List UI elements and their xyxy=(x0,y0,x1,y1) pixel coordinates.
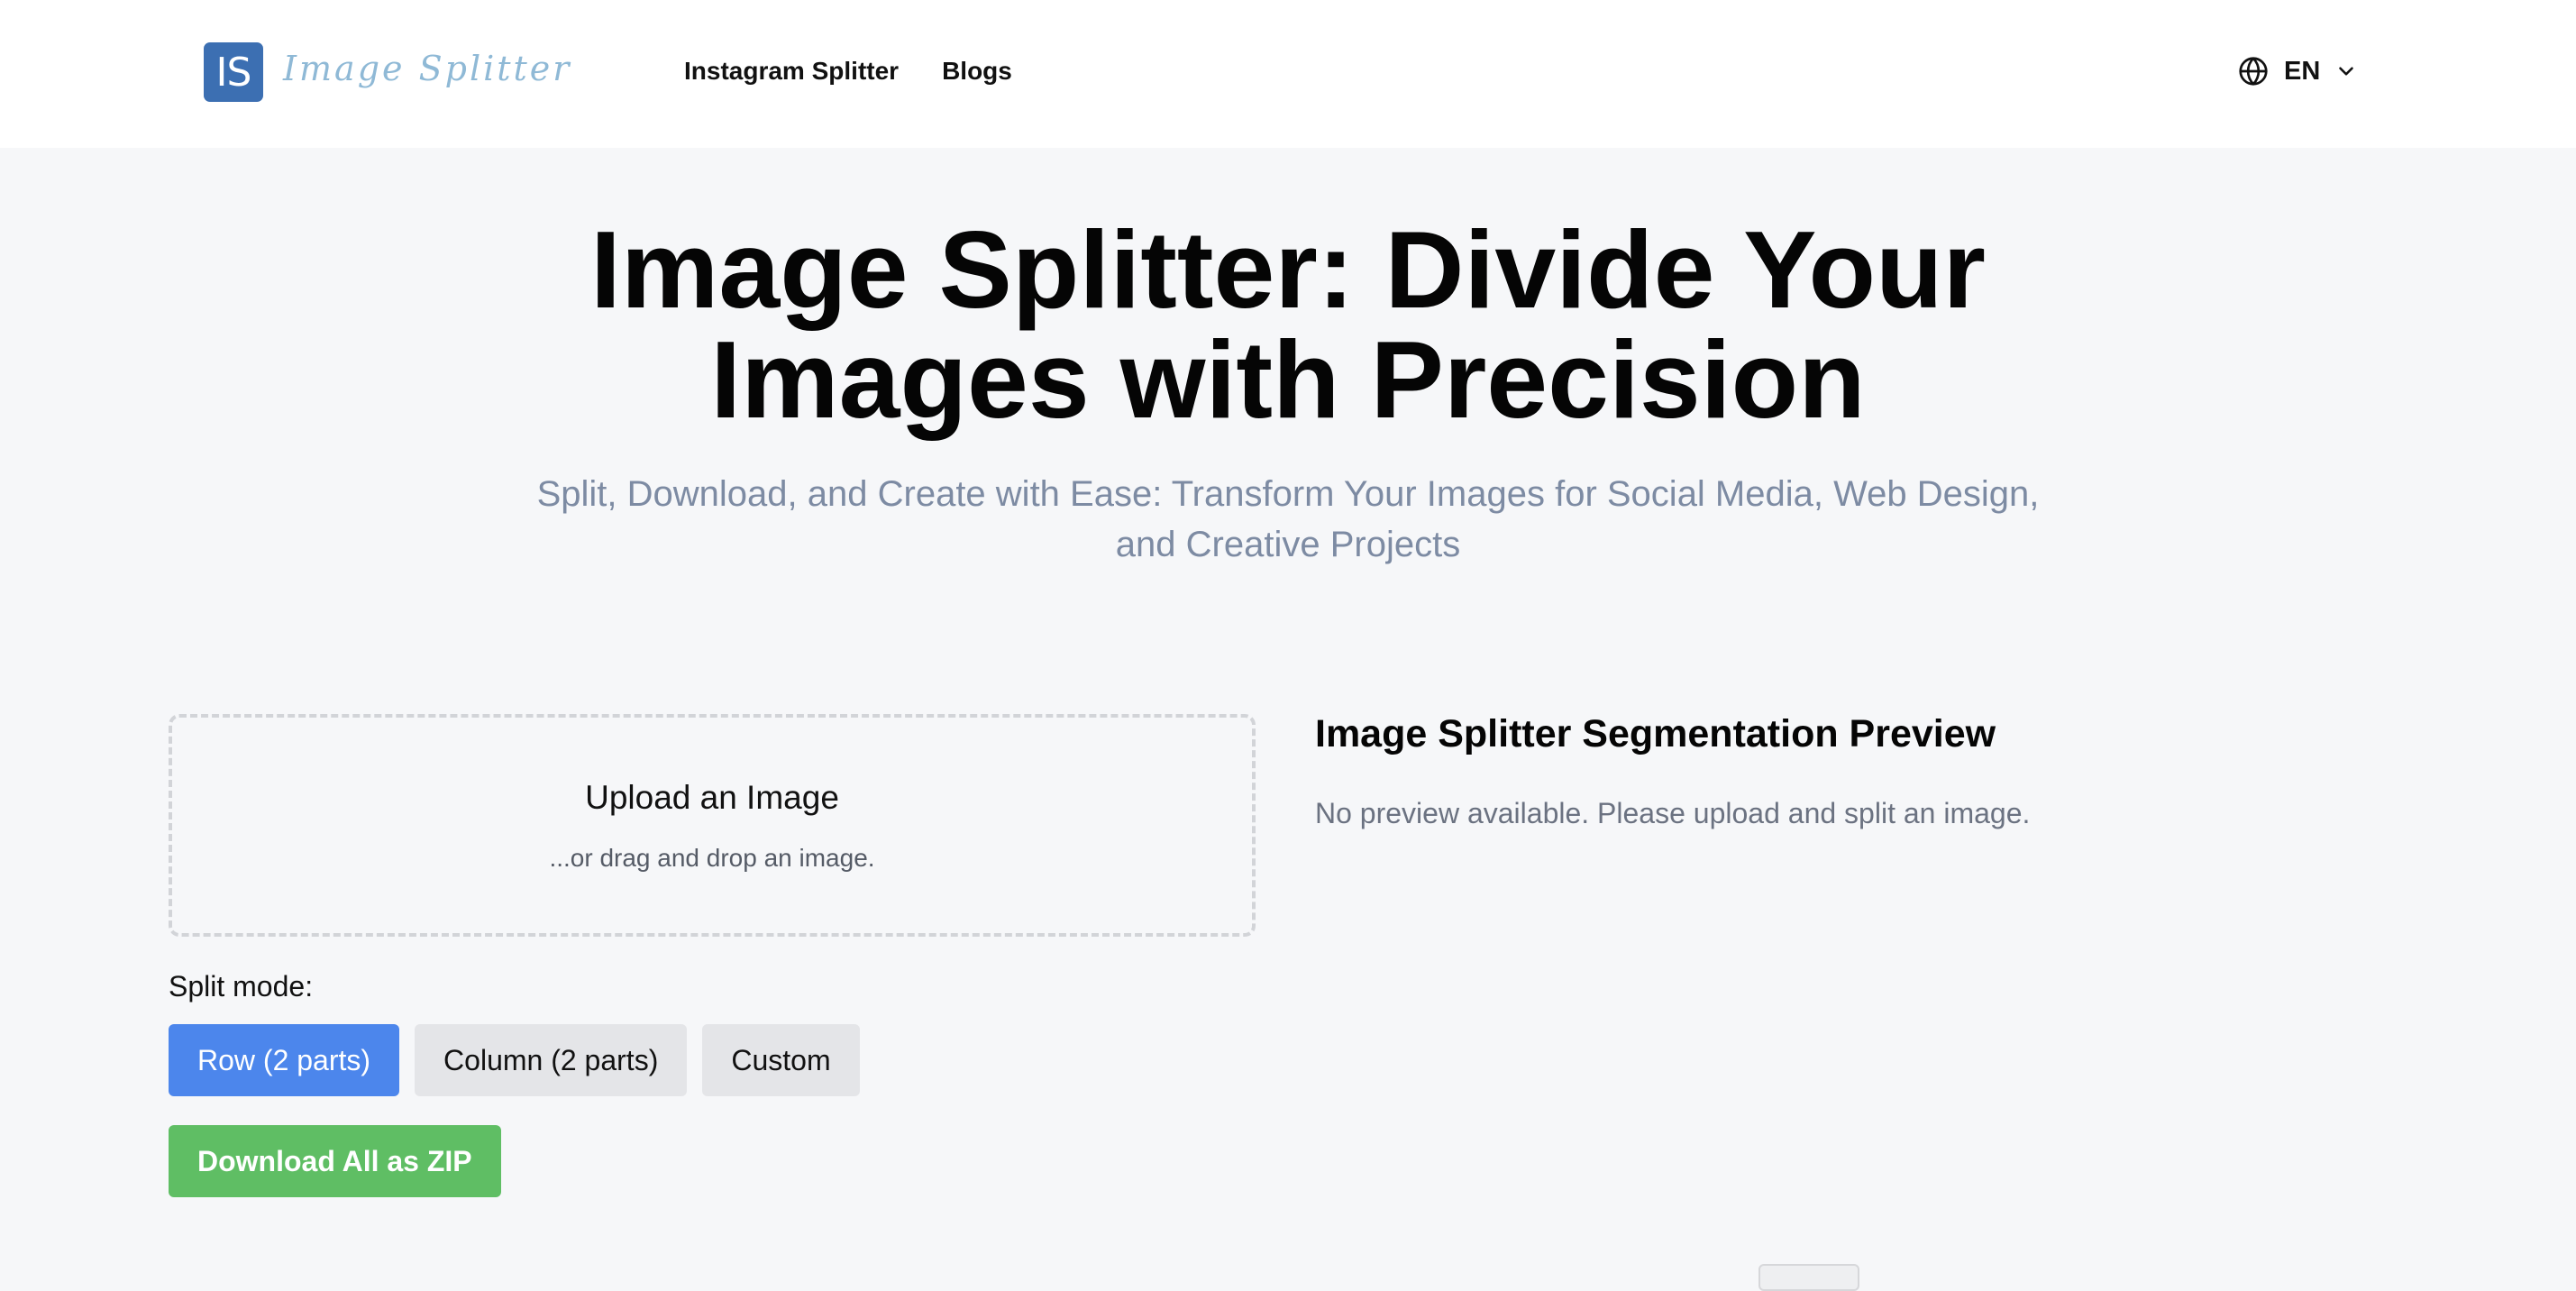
chevron-down-icon xyxy=(2334,60,2358,83)
main-nav: Instagram Splitter Blogs xyxy=(684,50,1012,92)
preview-empty-message: No preview available. Please upload and … xyxy=(1315,797,2031,829)
page-subtitle-line-2: and Creative Projects xyxy=(1115,525,1461,564)
nav-blogs[interactable]: Blogs xyxy=(942,50,1012,92)
site-header: IS Image Splitter Instagram Splitter Blo… xyxy=(0,0,2576,148)
split-mode-label: Split mode: xyxy=(169,970,314,1003)
logo-text: Image Splitter xyxy=(283,49,572,88)
page-title: Image Splitter: Divide Your Images with … xyxy=(387,215,2189,435)
split-mode-row-button[interactable]: Row (2 parts) xyxy=(169,1024,400,1096)
logo-mark: IS xyxy=(204,42,263,102)
partial-button[interactable] xyxy=(1758,1264,1859,1291)
split-mode-options: Row (2 parts) Column (2 parts) Custom xyxy=(169,1024,860,1096)
globe-icon xyxy=(2237,55,2270,87)
page-subtitle-line-1: Split, Download, and Create with Ease: T… xyxy=(536,474,2040,514)
split-mode-custom-button[interactable]: Custom xyxy=(702,1024,860,1096)
language-selector[interactable]: EN xyxy=(2237,50,2358,92)
split-mode-column-button[interactable]: Column (2 parts) xyxy=(415,1024,688,1096)
image-upload-dropzone[interactable]: Upload an Image ...or drag and drop an i… xyxy=(169,714,1256,937)
page-subtitle: Split, Download, and Create with Ease: T… xyxy=(477,469,2099,570)
preview-title: Image Splitter Segmentation Preview xyxy=(1315,712,1996,755)
nav-instagram-splitter[interactable]: Instagram Splitter xyxy=(684,50,899,92)
site-logo[interactable]: IS Image Splitter xyxy=(204,42,571,102)
language-code: EN xyxy=(2284,56,2321,86)
upload-title: Upload an Image xyxy=(585,779,839,816)
upload-hint: ...or drag and drop an image. xyxy=(549,844,875,872)
page-title-line-2: Images with Precision xyxy=(710,318,1866,441)
download-zip-button[interactable]: Download All as ZIP xyxy=(169,1125,501,1197)
page-title-line-1: Image Splitter: Divide Your xyxy=(590,208,1986,331)
